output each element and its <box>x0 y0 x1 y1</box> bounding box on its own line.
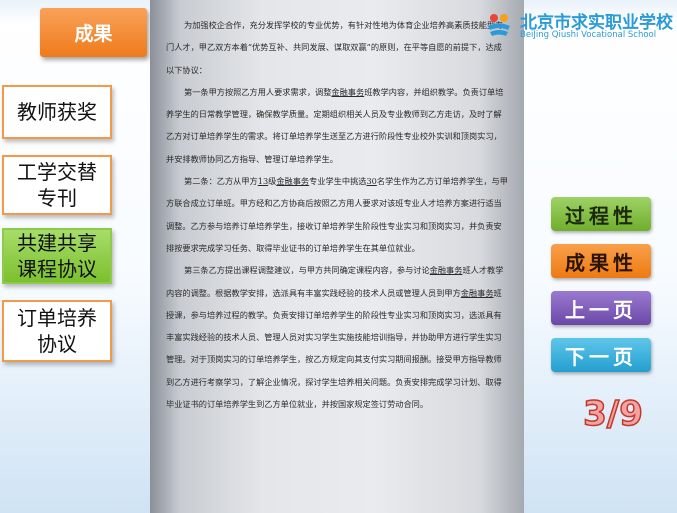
prev-page-button[interactable]: 上一页 <box>551 291 651 325</box>
sidebar-item-teacher-awards[interactable]: 教师获奖 <box>2 85 112 139</box>
section-title: 成果 <box>40 8 147 57</box>
sidebar-item-shared-course-agreement[interactable]: 共建共享课程协议 <box>2 228 112 284</box>
process-button[interactable]: 过程性 <box>551 197 651 231</box>
doc-clause-1: 第一条甲方按照乙方用人要求需求，调整金融事务班教学内容，并组织教学。负责订单培养… <box>166 86 504 164</box>
doc-paragraph-intro: 为加强校企合作，充分发挥学校的专业优势，有针对性地为体育企业培养高素质技能型专门… <box>166 20 504 75</box>
sidebar-item-order-training-agreement[interactable]: 订单培养协议 <box>2 300 112 362</box>
doc-clause-2: 第二条：乙方从甲方13级金融事务专业学生中挑选30名学生作为乙方订单培养学生，与… <box>166 176 508 253</box>
sidebar-item-work-study-issue[interactable]: 工学交替专刊 <box>2 155 112 215</box>
sidebar-item-label: 工学交替专刊 <box>17 160 97 210</box>
sidebar-item-label: 订单培养协议 <box>17 306 97 356</box>
sidebar-item-label: 共建共享课程协议 <box>17 231 97 281</box>
page-indicator: 3/9 <box>582 393 643 435</box>
sidebar-item-label: 教师获奖 <box>17 100 97 124</box>
school-emblem-icon <box>488 14 510 36</box>
agreement-document-photo: 为加强校企合作，充分发挥学校的专业优势，有针对性地为体育企业培养高素质技能型专门… <box>150 0 524 513</box>
outcome-button[interactable]: 成果性 <box>551 244 651 278</box>
next-page-button[interactable]: 下一页 <box>551 338 651 372</box>
doc-clause-3: 第三条乙方提出课程调整建议，与甲方共同确定课程内容，参与讨论金融事务班人才教学内… <box>166 265 504 410</box>
logo-name-en: BeiJing Qiushi Vocational School <box>520 30 657 40</box>
agreement-text: 为加强校企合作，充分发挥学校的专业优势，有针对性地为体育企业培养高素质技能型专门… <box>166 14 508 415</box>
school-logo: 北京市求实职业学校 BeiJing Qiushi Vocational Scho… <box>484 6 673 44</box>
